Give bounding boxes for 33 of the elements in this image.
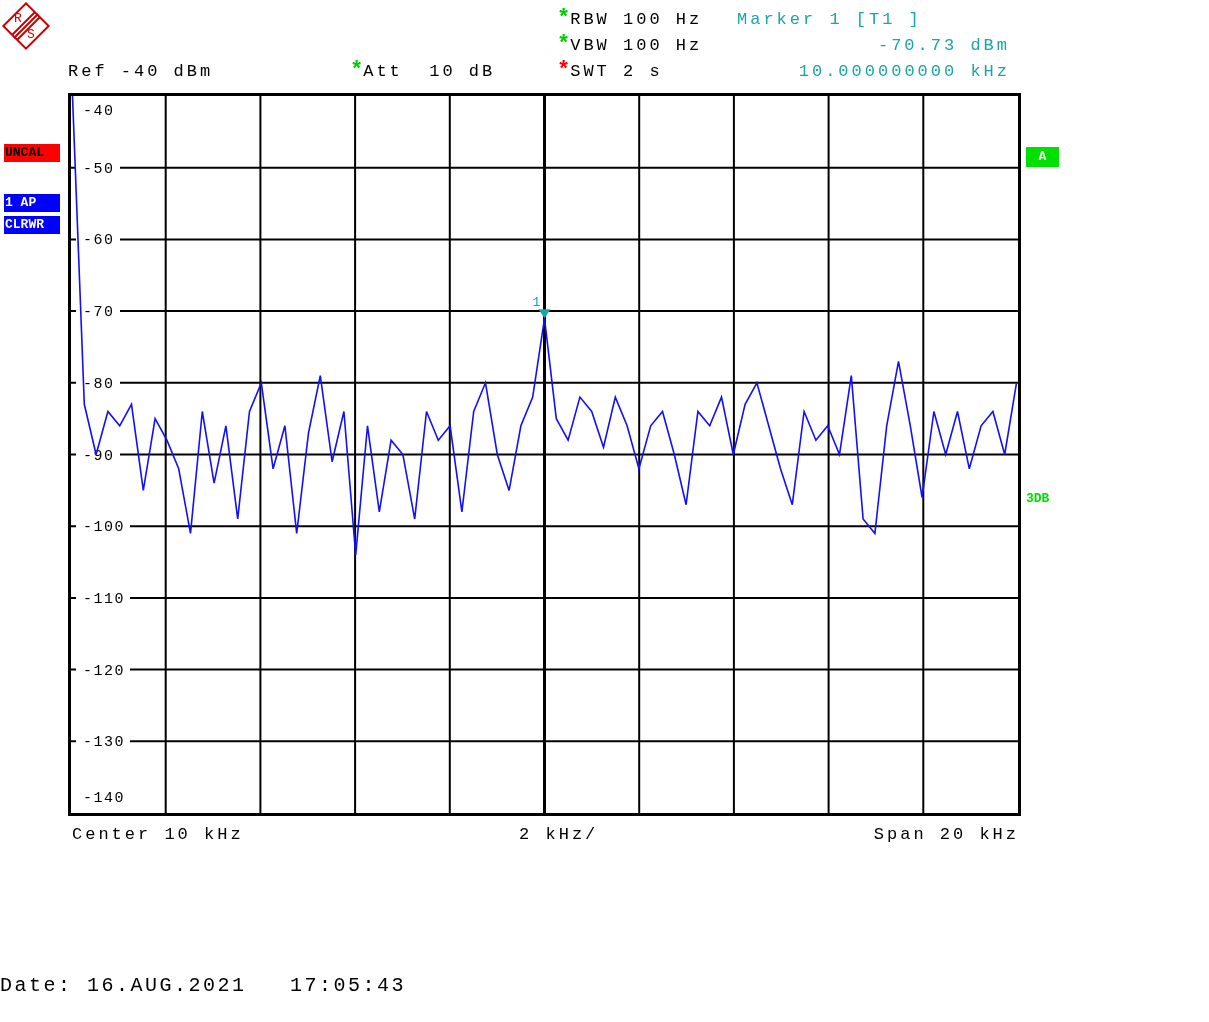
axis-label: -120 [83, 662, 125, 680]
asterisk: * [557, 34, 571, 56]
asterisk: * [350, 60, 364, 82]
attenuation: Att 10 dB [363, 62, 496, 80]
asterisk: * [557, 8, 571, 30]
trace-badge: A [1026, 147, 1059, 167]
axis-label: -60 [83, 232, 115, 250]
setting-value: SWT 2 s [570, 62, 663, 80]
asterisk: * [557, 60, 571, 82]
setting-value: RBW 100 Hz [570, 10, 703, 28]
filter-label: 3DB [1026, 490, 1051, 508]
axis-label: -140 [83, 790, 125, 807]
status-badge: 1 AP [4, 194, 60, 212]
marker-readout: Marker 1 [T1 ] [737, 10, 922, 28]
center-frequency: Center 10 kHz [72, 826, 244, 843]
marker-readout: 10.000000000 kHz [798, 62, 1010, 80]
date-time: Date: 16.AUG.2021 17:05:43 [0, 974, 407, 997]
marker-readout: -70.73 dBm [877, 36, 1010, 54]
axis-label: -50 [83, 160, 115, 178]
status-badge: CLRWR [4, 216, 60, 234]
setting-value: VBW 100 Hz [570, 36, 703, 54]
axis-label: -70 [83, 304, 115, 322]
marker-icon [538, 309, 551, 319]
frequency-span: Span 20 kHz [873, 826, 1019, 843]
marker-number: 1 [532, 295, 541, 311]
axis-label: -80 [83, 375, 115, 393]
axis-label: -40 [83, 103, 115, 120]
axis-label: -130 [83, 734, 125, 752]
status-badge: UNCAL [4, 144, 60, 162]
axis-label: -100 [83, 519, 125, 537]
reference-level: Ref -40 dBm [68, 62, 214, 80]
frequency-per-division: 2 kHz/ [519, 826, 599, 843]
axis-label: -110 [83, 590, 125, 608]
